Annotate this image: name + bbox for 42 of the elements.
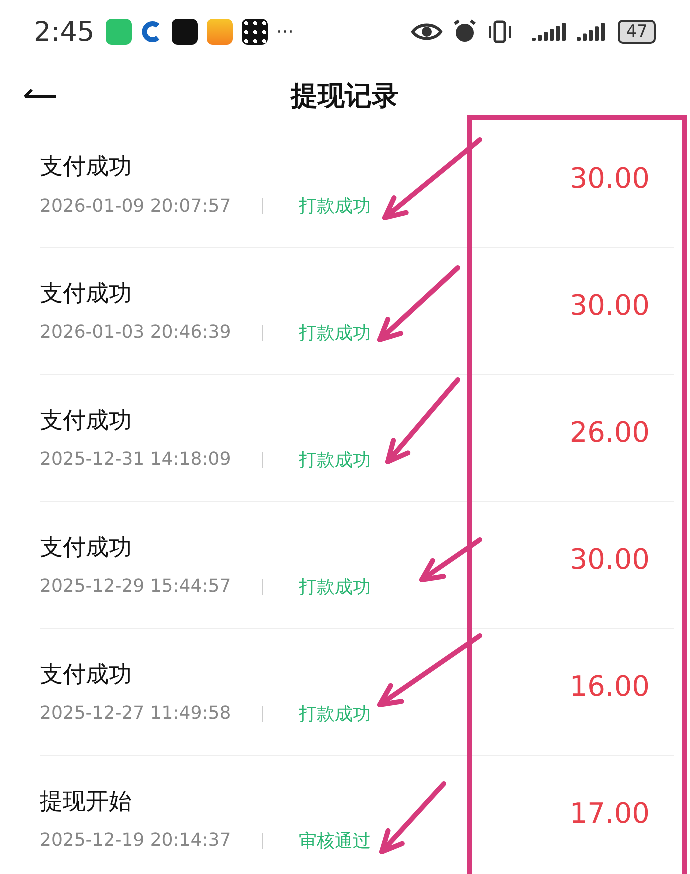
record-title: 支付成功 [40,406,132,436]
record-time: 2026-01-09 20:07:57 [40,196,232,216]
alarm-icon [452,19,478,45]
record-status: 打款成功 [299,702,371,726]
vibrate-icon [487,19,514,45]
record-row[interactable]: 支付成功 2025-12-27 11:49:58 打款成功 16.00 [40,629,674,756]
chat-app-icon [106,19,132,45]
record-title: 支付成功 [40,153,132,182]
record-title: 支付成功 [40,280,132,308]
record-time: 2026-01-03 20:46:39 [40,322,232,343]
grid-app-icon [242,19,268,45]
record-time: 2025-12-31 14:18:09 [40,449,232,470]
record-time: 2025-12-29 15:44:57 [40,576,232,597]
status-time: 2:45 [34,16,95,48]
battery-indicator: 47 [618,20,656,44]
record-time: 2025-12-19 20:14:37 [40,830,232,851]
record-amount: 16.00 [570,670,650,702]
eye-icon [411,21,444,43]
page-title: 提现记录 [291,80,399,114]
record-row[interactable]: 支付成功 2025-12-29 15:44:57 打款成功 30.00 [40,502,674,629]
annotation-arrow [420,538,482,582]
record-time: 2025-12-27 11:49:58 [40,703,232,724]
record-amount: 26.00 [570,416,650,448]
record-row[interactable]: 支付成功 2025-12-31 14:18:09 打款成功 26.00 [40,375,674,502]
record-title: 支付成功 [40,534,132,562]
record-amount: 30.00 [570,288,650,322]
record-status: 打款成功 [299,322,371,344]
mail-app-icon [206,19,233,45]
record-title: 提现开始 [40,788,132,816]
record-status: 审核通过 [299,830,371,852]
record-status: 打款成功 [299,576,371,598]
more-notifications: ··· [276,22,294,42]
record-row[interactable]: 支付成功 2026-01-03 20:46:39 打款成功 30.00 [40,248,674,375]
record-row[interactable]: 支付成功 2026-01-09 20:07:57 打款成功 30.00 [40,122,674,248]
music-app-icon [172,19,198,45]
record-status: 打款成功 [299,448,371,472]
record-title: 支付成功 [40,660,132,690]
record-row[interactable]: 提现开始 2025-12-19 20:14:37 审核通过 17.00 [40,756,674,874]
record-amount: 30.00 [570,162,650,195]
record-amount: 17.00 [570,796,650,830]
record-status: 打款成功 [299,195,371,218]
record-amount: 30.00 [570,542,650,576]
